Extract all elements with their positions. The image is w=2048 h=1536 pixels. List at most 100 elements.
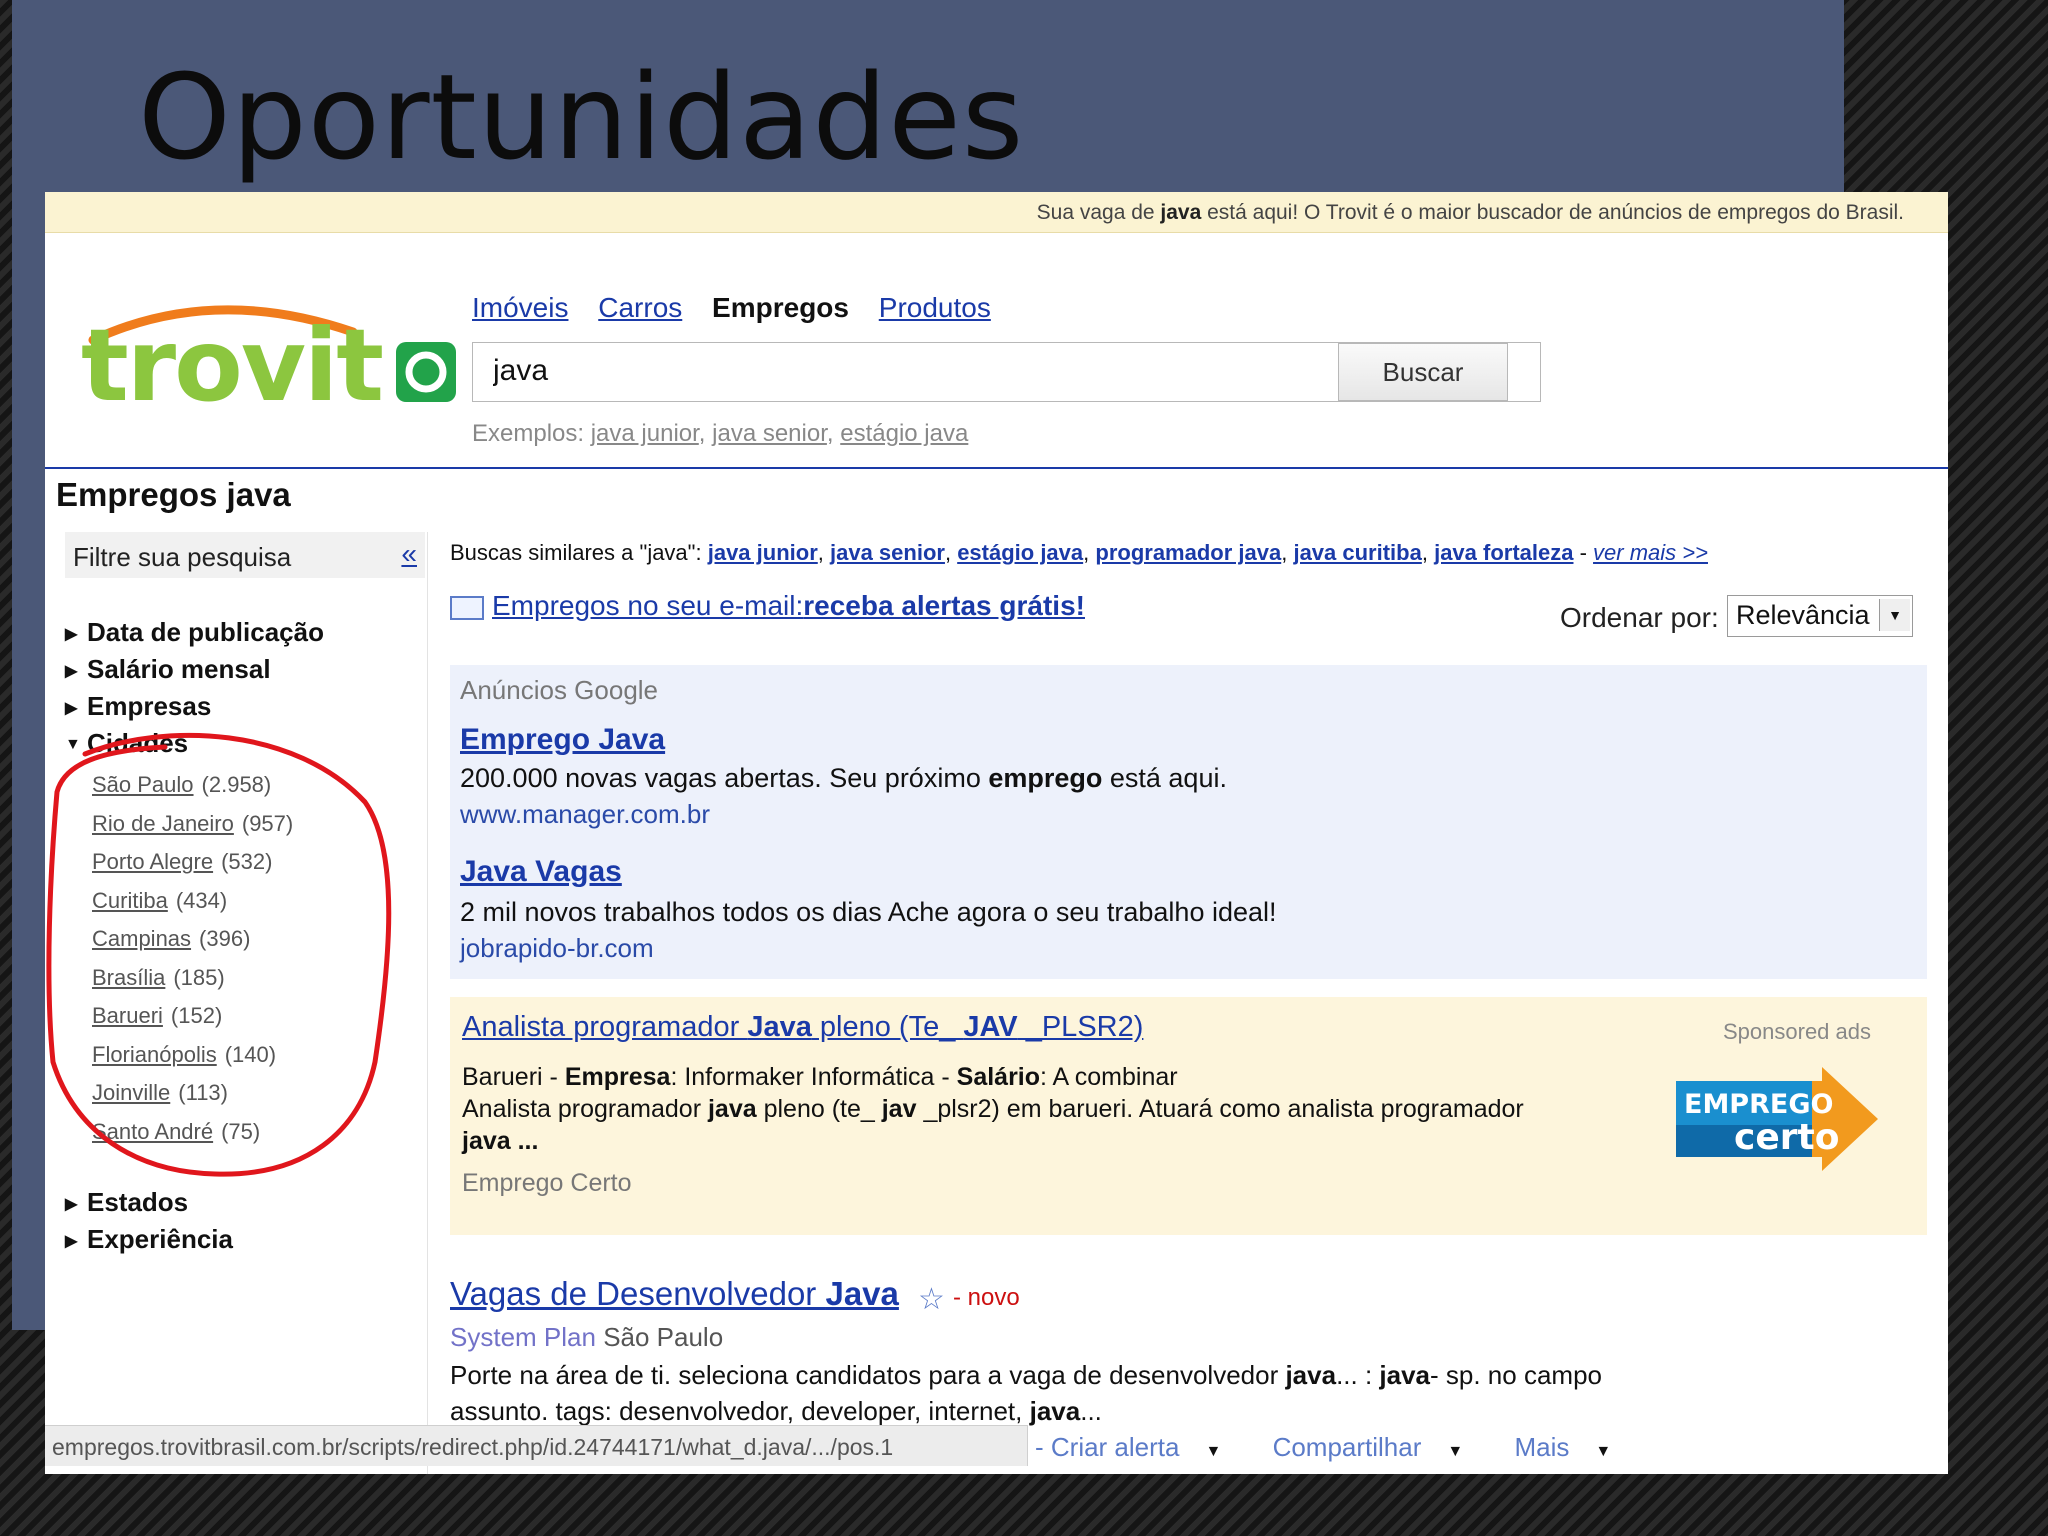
sponsored-title-link[interactable]: Analista programador Java pleno (Te_ JAV… bbox=[462, 1011, 1143, 1044]
meta-part: Barueri - bbox=[462, 1063, 565, 1091]
similar-link[interactable]: java fortaleza bbox=[1434, 540, 1573, 565]
ad-url-link[interactable]: www.manager.com.br bbox=[460, 799, 710, 830]
city-link[interactable]: Curitiba bbox=[92, 888, 168, 913]
similar-link[interactable]: estágio java bbox=[957, 540, 1083, 565]
city-link[interactable]: Joinville bbox=[92, 1080, 170, 1105]
meta-part: : Informaker Informática - bbox=[670, 1063, 957, 1091]
sponsored-label: Sponsored ads bbox=[1723, 1019, 1871, 1044]
sort-select[interactable]: Relevância ▼ bbox=[1727, 595, 1913, 637]
facet-empresas[interactable]: ▶ Empresas bbox=[65, 691, 211, 722]
city-count: (2.958) bbox=[201, 772, 272, 797]
facet-salario[interactable]: ▶ Salário mensal bbox=[65, 654, 271, 685]
example-link[interactable]: java senior bbox=[712, 420, 827, 447]
action-label: - Criar alerta bbox=[1035, 1432, 1180, 1462]
example-link[interactable]: java junior bbox=[591, 420, 699, 447]
facet-experiencia[interactable]: ▶ Experiência bbox=[65, 1224, 233, 1255]
city-link[interactable]: Rio de Janeiro bbox=[92, 811, 234, 836]
nav-carros[interactable]: Carros bbox=[598, 292, 682, 323]
similar-label: Buscas similares a "java": bbox=[450, 540, 702, 565]
desc-bold: jav bbox=[881, 1095, 917, 1123]
expand-icon: ▶ bbox=[65, 626, 78, 644]
similar-link[interactable]: programador java bbox=[1095, 540, 1281, 565]
examples-label: Exemplos: bbox=[472, 420, 585, 447]
dropdown-arrow-icon: ▼ bbox=[1595, 1443, 1612, 1460]
create-alert-link[interactable]: - Criar alerta ▼ bbox=[1035, 1432, 1243, 1462]
ad-url-link[interactable]: jobrapido-br.com bbox=[460, 933, 654, 964]
similar-link[interactable]: java senior bbox=[830, 540, 945, 565]
dropdown-arrow-icon: ▼ bbox=[1205, 1443, 1222, 1460]
star-icon[interactable]: ☆ bbox=[918, 1282, 945, 1317]
see-more-link[interactable]: ver mais >> bbox=[1593, 540, 1708, 565]
result-company: System Plan bbox=[450, 1322, 596, 1352]
collapse-sidebar-icon[interactable]: « bbox=[401, 538, 417, 570]
similar-link[interactable]: java junior bbox=[708, 540, 818, 565]
facet-cidades[interactable]: ▼ Cidades bbox=[65, 728, 188, 759]
city-link[interactable]: Brasília bbox=[92, 965, 165, 990]
nav-empregos[interactable]: Empregos bbox=[712, 292, 849, 323]
city-item: Santo André (75) bbox=[92, 1119, 260, 1145]
city-count: (185) bbox=[173, 965, 225, 990]
header-divider bbox=[45, 467, 1948, 469]
city-count: (434) bbox=[175, 888, 228, 913]
logo-text: trovit bbox=[81, 307, 382, 412]
category-nav: Imóveis Carros Empregos Produtos bbox=[472, 292, 1013, 324]
city-item: Porto Alegre (532) bbox=[92, 849, 272, 875]
status-url: empregos.trovitbrasil.com.br/scripts/red… bbox=[52, 1434, 894, 1460]
desc-part: assunto. tags: desenvolvedor, developer,… bbox=[450, 1396, 1030, 1426]
expand-icon: ▶ bbox=[65, 700, 78, 718]
city-link[interactable]: São Paulo bbox=[92, 772, 194, 797]
city-count: (113) bbox=[178, 1080, 228, 1105]
logo-text-bottom: certo bbox=[1734, 1117, 1839, 1158]
facet-estados[interactable]: ▶ Estados bbox=[65, 1187, 188, 1218]
desc-part: - sp. no campo bbox=[1430, 1360, 1602, 1390]
city-link[interactable]: Florianópolis bbox=[92, 1042, 217, 1067]
nav-imoveis[interactable]: Imóveis bbox=[472, 292, 568, 323]
filter-sidebar: Filtre sua pesquisa « ▶ Data de publicaçã… bbox=[45, 532, 428, 1474]
emprego-certo-logo[interactable]: EMPREGO certo bbox=[1672, 1067, 1882, 1172]
result-location: São Paulo bbox=[603, 1322, 724, 1352]
search-button[interactable]: Buscar bbox=[1338, 343, 1508, 401]
promo-text-bold: java bbox=[1160, 201, 1202, 224]
dropdown-arrow-icon[interactable]: ▼ bbox=[1879, 599, 1910, 631]
email-alert-link[interactable]: Empregos no seu e-mail:receba alertas gr… bbox=[450, 590, 1085, 622]
search-examples: Exemplos: java junior, java senior, está… bbox=[472, 420, 969, 447]
title-bold: Java bbox=[747, 1011, 812, 1043]
trovit-logo[interactable]: trovit bbox=[73, 292, 473, 412]
city-item: Brasília (185) bbox=[92, 965, 225, 991]
city-link[interactable]: Porto Alegre bbox=[92, 849, 213, 874]
ad-description: 200.000 novas vagas abertas. Seu próximo… bbox=[460, 763, 1227, 794]
result-title-link[interactable]: Vagas de Desenvolvedor Java bbox=[450, 1275, 899, 1313]
city-item: São Paulo (2.958) bbox=[92, 772, 271, 798]
result-description: Porte na área de ti. seleciona candidato… bbox=[450, 1360, 1602, 1391]
sponsored-meta: Barueri - Empresa: Informaker Informátic… bbox=[462, 1063, 1178, 1092]
city-item: Florianópolis (140) bbox=[92, 1042, 276, 1068]
expand-icon: ▶ bbox=[65, 1196, 78, 1214]
browser-screenshot: Sua vaga de java está aqui! O Trovit é o… bbox=[45, 192, 1948, 1474]
share-link[interactable]: Compartilhar ▼ bbox=[1273, 1432, 1486, 1462]
logo-text-top: EMPREGO bbox=[1684, 1089, 1833, 1120]
ad-title-link[interactable]: Java Vagas bbox=[460, 855, 622, 889]
similar-searches: Buscas similares a "java": java junior, … bbox=[450, 540, 1708, 565]
expand-icon: ▶ bbox=[65, 1233, 78, 1251]
city-item: Campinas (396) bbox=[92, 926, 250, 952]
facet-label: Estados bbox=[87, 1187, 189, 1217]
more-link[interactable]: Mais ▼ bbox=[1514, 1432, 1633, 1462]
promo-text: Sua vaga de java está aqui! O Trovit é o… bbox=[1037, 201, 1904, 225]
sponsored-description-end: java ... bbox=[462, 1127, 539, 1155]
city-link[interactable]: Campinas bbox=[92, 926, 191, 951]
city-link[interactable]: Santo André bbox=[92, 1119, 213, 1144]
city-link[interactable]: Barueri bbox=[92, 1003, 163, 1028]
google-ads-box: Anúncios Google Emprego Java 200.000 nov… bbox=[450, 665, 1927, 979]
meta-bold: Salário bbox=[956, 1063, 1041, 1091]
example-link[interactable]: estágio java bbox=[840, 420, 968, 447]
meta-bold: Empresa bbox=[564, 1063, 671, 1091]
result-description: assunto. tags: desenvolvedor, developer,… bbox=[450, 1396, 1102, 1427]
city-item: Rio de Janeiro (957) bbox=[92, 811, 293, 837]
facet-data-publicacao[interactable]: ▶ Data de publicação bbox=[65, 617, 324, 648]
ad-desc-text: está aqui. bbox=[1102, 763, 1227, 793]
similar-link[interactable]: java curitiba bbox=[1293, 540, 1421, 565]
nav-produtos[interactable]: Produtos bbox=[879, 292, 991, 323]
ad-title-link[interactable]: Emprego Java bbox=[460, 723, 665, 757]
ad-desc-text: 200.000 novas vagas abertas. Seu próximo bbox=[460, 763, 989, 793]
email-alert-text: Empregos no seu e-mail: bbox=[492, 590, 804, 621]
